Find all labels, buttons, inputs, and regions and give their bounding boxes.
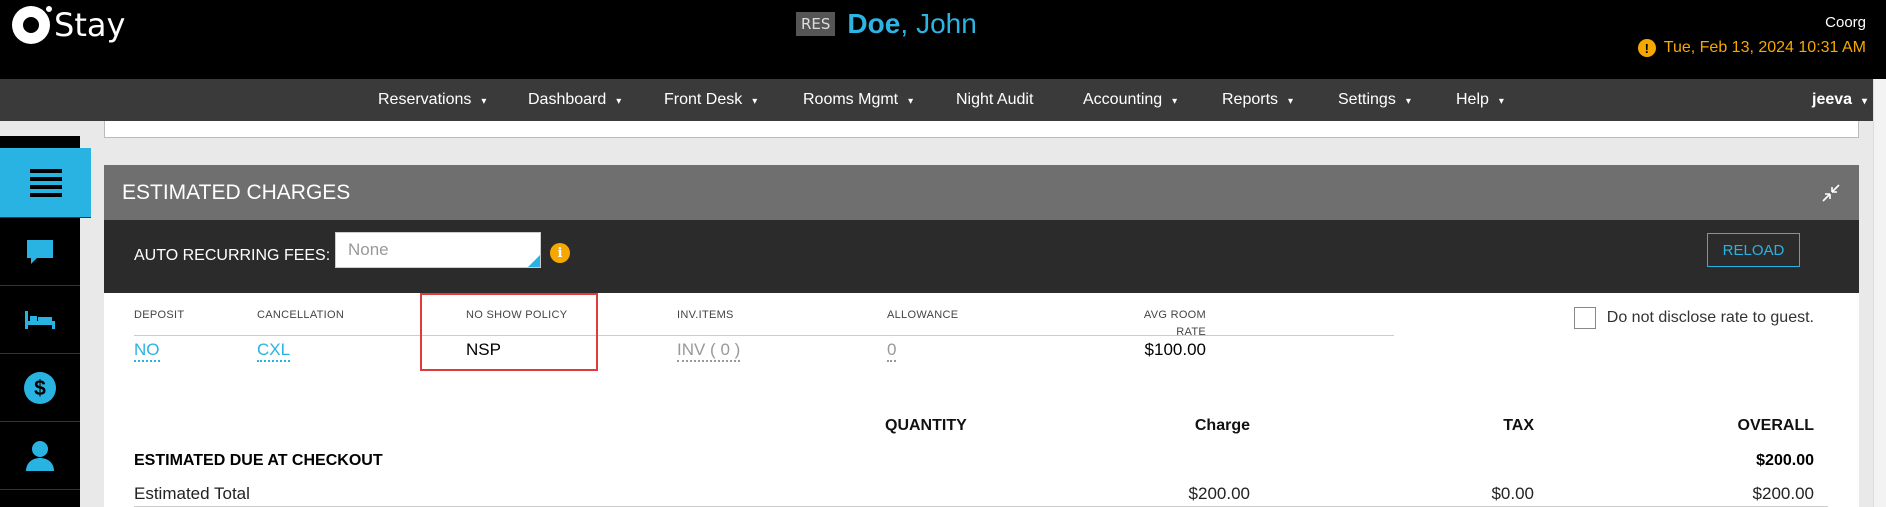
compress-icon[interactable] (1821, 183, 1841, 203)
allowance-link[interactable]: 0 (887, 340, 897, 362)
nav-front-desk[interactable]: Front Desk ▾ (664, 79, 757, 121)
user-icon (26, 440, 54, 471)
charges-summary: DEPOSIT CANCELLATION NO SHOW POLICY INV.… (104, 293, 1859, 507)
inv-items-link[interactable]: INV ( 0 ) (677, 340, 741, 362)
nav-help[interactable]: Help ▾ (1456, 79, 1504, 121)
estimated-total-label: Estimated Total (134, 484, 250, 503)
sidebar-billing-button[interactable]: $ (0, 354, 80, 422)
sidebar-rooms-button[interactable] (0, 286, 80, 354)
summary-divider (134, 335, 1394, 336)
panel-header: ESTIMATED CHARGES (104, 165, 1859, 220)
sidebar-guest-button[interactable] (0, 422, 80, 490)
due-at-checkout-overall: $200.00 (1756, 452, 1814, 469)
chevron-down-icon: ▾ (908, 96, 914, 107)
col-header-allowance: ALLOWANCE (887, 309, 959, 321)
table-header-tax: TAX (1503, 417, 1534, 434)
left-sidebar: $ (0, 136, 91, 507)
nav-reservations[interactable]: Reservations ▾ (378, 79, 486, 121)
disclose-rate-checkbox[interactable] (1573, 307, 1596, 329)
disclose-rate-option[interactable]: Do not disclose rate to guest. (1573, 307, 1814, 329)
bed-icon (25, 310, 55, 329)
chevron-down-icon: ▾ (1172, 96, 1178, 107)
chevron-down-icon: ▾ (1498, 96, 1504, 107)
guest-last-name[interactable]: Doe (847, 8, 900, 40)
chevron-down-icon: ▾ (752, 96, 758, 107)
deposit-link[interactable]: NO (134, 340, 160, 362)
col-header-cancellation: CANCELLATION (257, 309, 345, 321)
chevron-down-icon: ▾ (1862, 96, 1868, 107)
info-icon[interactable]: i (550, 243, 570, 263)
app-name: Stay (54, 6, 126, 44)
fees-label: AUTO RECURRING FEES: (134, 247, 331, 264)
estimated-total-tax: $0.00 (1491, 484, 1534, 503)
svg-text:$: $ (34, 377, 46, 400)
cancellation-link[interactable]: CXL (257, 340, 291, 362)
disclose-rate-label: Do not disclose rate to guest. (1606, 309, 1814, 326)
business-datetime: ! Tue, Feb 13, 2024 10:31 AM (1637, 39, 1866, 57)
estimated-total-charge: $200.00 (1188, 484, 1250, 503)
dollar-icon: $ (24, 371, 56, 404)
property-info: Coorg ! Tue, Feb 13, 2024 10:31 AM (1637, 14, 1866, 57)
chat-icon (27, 239, 53, 264)
chevron-down-icon: ▾ (1288, 96, 1294, 107)
menu-icon (29, 168, 62, 197)
table-header-quantity: QUANTITY (885, 417, 967, 434)
nav-dashboard[interactable]: Dashboard ▾ (528, 79, 621, 121)
nav-night-audit[interactable]: Night Audit (956, 79, 1033, 121)
estimated-charges-panel: ESTIMATED CHARGES AUTO RECURRING FEES: N… (104, 165, 1859, 507)
col-header-avg-rate: AVG ROOM RATE (1143, 309, 1206, 338)
avg-rate-value: $100.00 (1144, 340, 1206, 359)
estimated-total-overall: $200.00 (1752, 484, 1814, 503)
sidebar-menu-button[interactable] (0, 148, 91, 218)
warning-icon: ! (1637, 39, 1656, 57)
res-tag: RES (796, 12, 836, 36)
main-nav: Reservations ▾ Dashboard ▾ Front Desk ▾ Roo… (0, 79, 1886, 121)
logo-mark-icon (12, 4, 54, 44)
datetime-text: Tue, Feb 13, 2024 10:31 AM (1663, 39, 1866, 56)
recurring-fees-bar: AUTO RECURRING FEES: None i RELOAD (104, 220, 1859, 293)
table-header-overall: OVERALL (1737, 417, 1814, 434)
highlight-box (420, 293, 598, 371)
nav-settings[interactable]: Settings ▾ (1338, 79, 1411, 121)
reload-button[interactable]: RELOAD (1707, 233, 1800, 267)
chevron-down-icon: ▾ (1405, 96, 1411, 107)
due-at-checkout-label: ESTIMATED DUE AT CHECKOUT (134, 452, 383, 469)
nav-reports[interactable]: Reports ▾ (1222, 79, 1293, 121)
nav-accounting[interactable]: Accounting ▾ (1083, 79, 1177, 121)
col-header-inv-items: INV.ITEMS (677, 309, 734, 321)
property-name[interactable]: Coorg (1638, 14, 1866, 31)
recurring-fees-select[interactable]: None (335, 232, 541, 268)
app-logo[interactable]: Stay (12, 4, 126, 44)
sidebar-messages-button[interactable] (0, 218, 80, 286)
guest-first-name[interactable]: John (916, 8, 977, 40)
nav-rooms-mgmt[interactable]: Rooms Mgmt ▾ (803, 79, 913, 121)
guest-name-separator: , (900, 8, 909, 39)
chevron-down-icon: ▾ (481, 96, 487, 107)
col-header-deposit: DEPOSIT (134, 309, 185, 321)
chevron-down-icon: ▾ (616, 96, 622, 107)
table-header-charge: Charge (1194, 417, 1250, 434)
nav-user-menu[interactable]: jeeva ▾ (1812, 79, 1867, 121)
previous-section-card (104, 121, 1859, 138)
panel-title: ESTIMATED CHARGES (122, 180, 351, 204)
guest-header: RES Doe, John (796, 8, 977, 40)
page-scrollbar[interactable] (1873, 79, 1886, 507)
top-header: Stay RES Doe, John Coorg ! Tue, Feb 13, 2… (0, 0, 1886, 79)
